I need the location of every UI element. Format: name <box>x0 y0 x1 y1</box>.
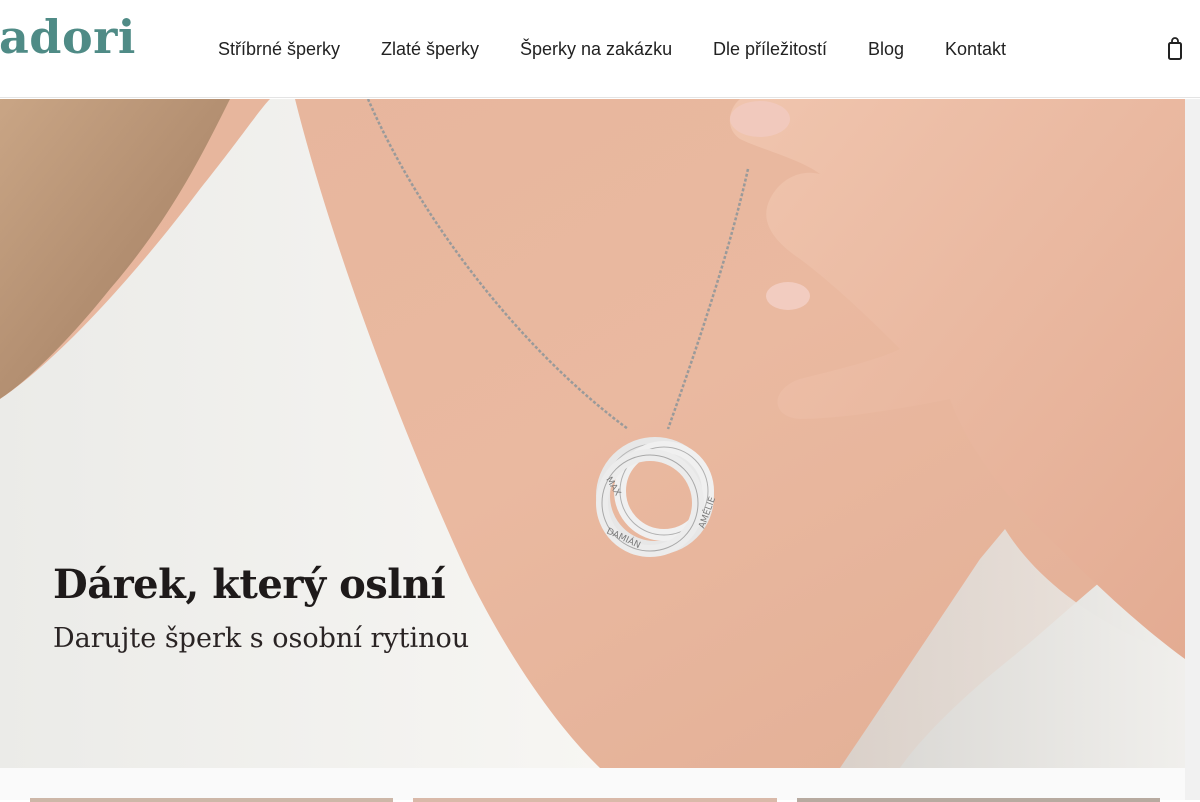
nav-item-custom-jewelry[interactable]: Šperky na zakázku <box>520 38 672 60</box>
site-header: adori Stříbrné šperky Zlaté šperky Šperk… <box>0 0 1200 98</box>
brand-logo[interactable]: adori <box>0 14 136 60</box>
product-card[interactable] <box>413 798 777 802</box>
nav-item-silver-jewelry[interactable]: Stříbrné šperky <box>218 38 340 60</box>
hero-photo: MAX DAMIÁN AMÉLIE <box>0 99 1185 768</box>
product-cards-row <box>0 768 1185 802</box>
nav-item-blog[interactable]: Blog <box>868 38 904 60</box>
hero-subtitle: Darujte šperk s osobní rytinou <box>53 623 470 654</box>
nav-item-contact[interactable]: Kontakt <box>945 38 1006 60</box>
hero-title: Dárek, který oslní <box>53 561 446 608</box>
nav-item-occasions[interactable]: Dle příležitostí <box>713 38 827 60</box>
nav-item-gold-jewelry[interactable]: Zlaté šperky <box>381 38 479 60</box>
shopping-bag-icon[interactable] <box>1166 36 1184 62</box>
product-card[interactable] <box>30 798 393 802</box>
hero-banner[interactable]: MAX DAMIÁN AMÉLIE Dárek, který oslní Dar… <box>0 99 1185 768</box>
product-card[interactable] <box>797 798 1160 802</box>
page-scrollbar[interactable] <box>1185 99 1200 800</box>
